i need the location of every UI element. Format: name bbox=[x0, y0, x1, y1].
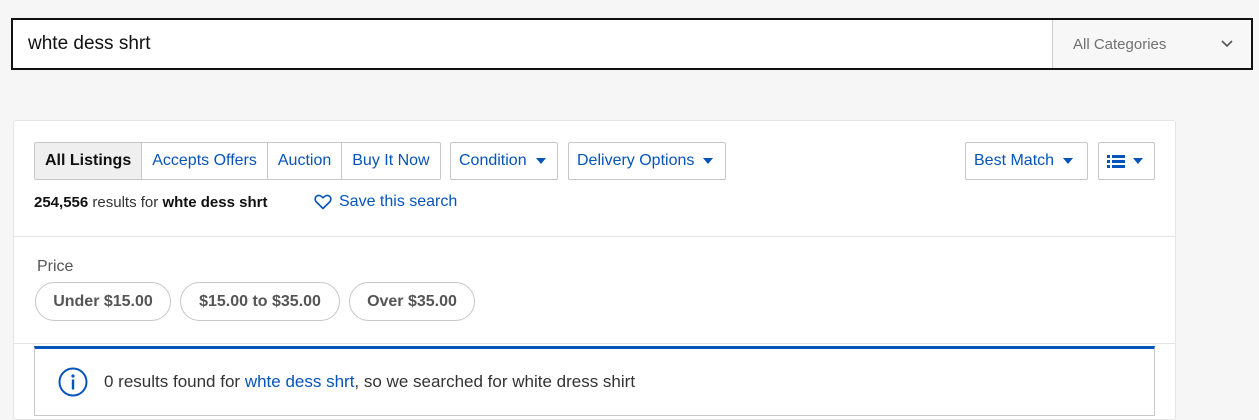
category-select-label: All Categories bbox=[1073, 35, 1167, 53]
chevron-down-icon bbox=[1221, 40, 1233, 48]
divider bbox=[14, 236, 1175, 237]
result-count-number: 254,556 bbox=[34, 194, 89, 211]
caret-down-icon bbox=[1063, 158, 1074, 164]
delivery-options-dropdown[interactable]: Delivery Options bbox=[568, 142, 726, 180]
tab-buy-it-now[interactable]: Buy It Now bbox=[342, 143, 439, 179]
list-view-icon bbox=[1107, 154, 1125, 168]
price-chip-under-15[interactable]: Under $15.00 bbox=[35, 282, 171, 321]
caret-down-icon bbox=[1133, 158, 1143, 164]
sort-dropdown[interactable]: Best Match bbox=[965, 142, 1088, 180]
info-icon bbox=[58, 367, 88, 397]
price-filter-label: Price bbox=[37, 258, 74, 275]
view-toggle-button[interactable] bbox=[1098, 142, 1155, 180]
notice-prefix: 0 results found for bbox=[104, 372, 241, 391]
sort-dropdown-label: Best Match bbox=[974, 152, 1055, 169]
tab-all-listings[interactable]: All Listings bbox=[35, 143, 143, 179]
spelling-correction-notice: 0 results found for whte dess shrt, so w… bbox=[34, 346, 1155, 416]
delivery-options-label: Delivery Options bbox=[577, 152, 695, 169]
category-select[interactable]: All Categories bbox=[1052, 20, 1251, 68]
tab-accepts-offers[interactable]: Accepts Offers bbox=[142, 143, 268, 179]
heart-icon bbox=[314, 194, 332, 210]
result-count: 254,556 results for whte dess shrt bbox=[34, 194, 267, 211]
divider bbox=[14, 343, 1175, 344]
result-query: whte dess shrt bbox=[162, 194, 268, 211]
result-count-text: results for bbox=[92, 194, 159, 211]
search-input[interactable] bbox=[13, 20, 1052, 68]
results-panel: All Listings Accepts Offers Auction Buy … bbox=[13, 120, 1176, 420]
condition-dropdown[interactable]: Condition bbox=[450, 142, 558, 180]
tab-auction[interactable]: Auction bbox=[268, 143, 343, 179]
caret-down-icon bbox=[535, 158, 546, 164]
notice-suffix: , so we searched for white dress shirt bbox=[354, 372, 636, 391]
original-query-link[interactable]: whte dess shrt bbox=[245, 372, 355, 391]
price-chip-over-35[interactable]: Over $35.00 bbox=[349, 282, 475, 321]
save-search-label: Save this search bbox=[339, 193, 458, 210]
caret-down-icon bbox=[703, 158, 714, 164]
listing-type-tabs: All Listings Accepts Offers Auction Buy … bbox=[34, 142, 441, 180]
notice-text: 0 results found for whte dess shrt, so w… bbox=[104, 372, 635, 392]
search-bar: All Categories bbox=[11, 18, 1253, 70]
condition-dropdown-label: Condition bbox=[459, 152, 527, 169]
price-chip-15-to-35[interactable]: $15.00 to $35.00 bbox=[180, 282, 340, 321]
save-search-link[interactable]: Save this search bbox=[314, 193, 457, 211]
